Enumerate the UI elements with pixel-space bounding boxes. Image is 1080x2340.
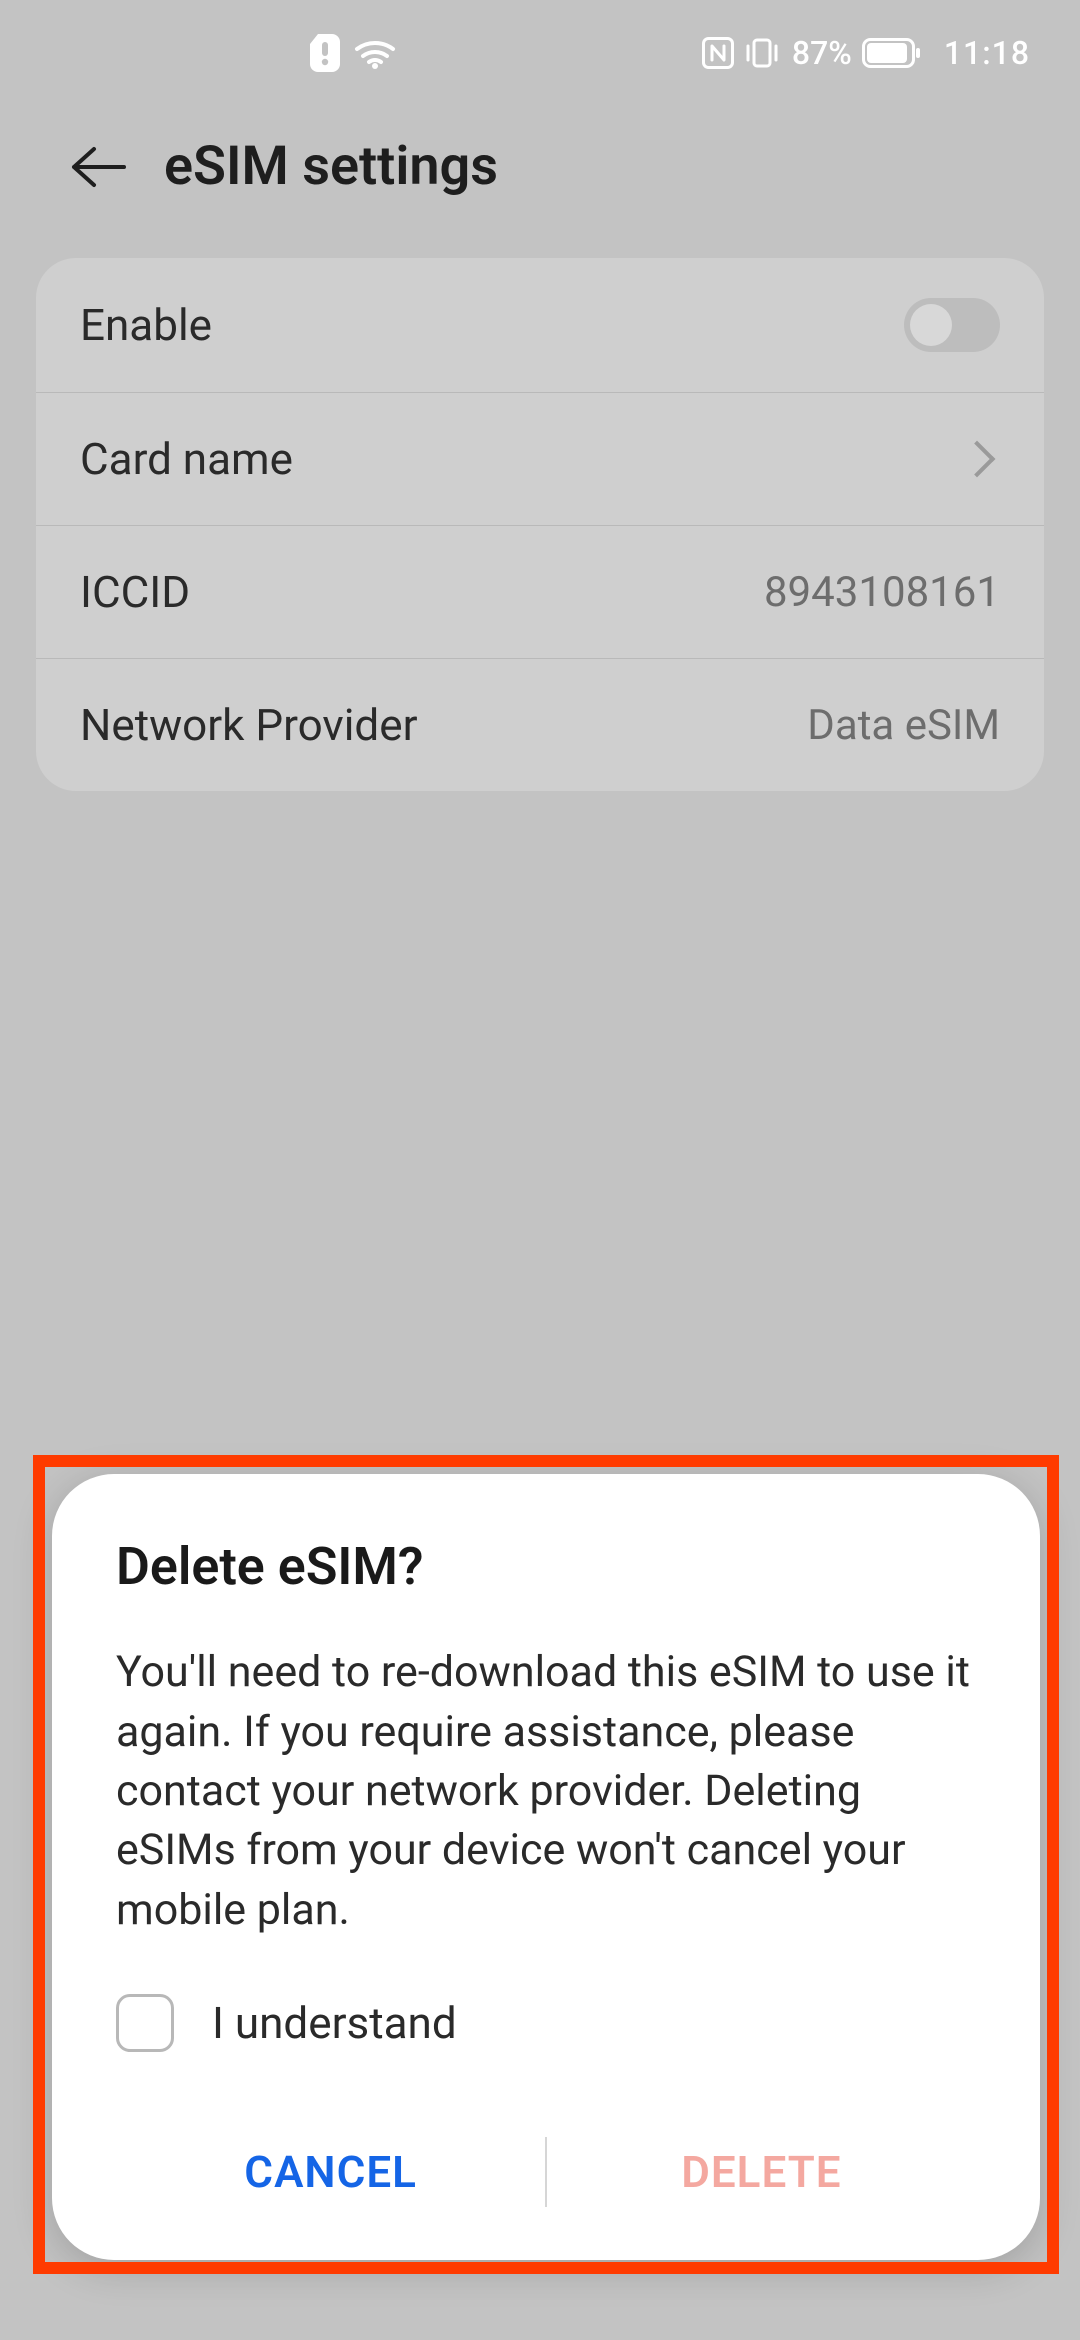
- delete-button[interactable]: DELETE: [547, 2126, 976, 2218]
- card-name-label: Card name: [80, 433, 293, 485]
- nfc-icon: [702, 37, 734, 69]
- wifi-icon: [354, 37, 396, 69]
- cancel-button[interactable]: CANCEL: [116, 2126, 545, 2218]
- dialog-actions: CANCEL DELETE: [116, 2124, 976, 2220]
- row-iccid: ICCID 8943108161: [36, 526, 1044, 659]
- dialog-title: Delete eSIM?: [116, 1536, 976, 1597]
- clock-text: 11:18: [944, 34, 1030, 72]
- page-header: eSIM settings: [0, 105, 1080, 258]
- provider-value: Data eSIM: [807, 701, 1000, 750]
- toggle-knob: [910, 304, 952, 346]
- understand-label: I understand: [212, 1997, 457, 2049]
- dialog-body: You'll need to re-download this eSIM to …: [116, 1643, 976, 1940]
- enable-toggle[interactable]: [904, 298, 1000, 352]
- row-provider: Network Provider Data eSIM: [36, 659, 1044, 791]
- battery-icon: [862, 38, 920, 68]
- page-title: eSIM settings: [164, 135, 498, 198]
- vibrate-icon: [744, 37, 780, 69]
- provider-label: Network Provider: [80, 699, 417, 751]
- understand-checkbox-row[interactable]: I understand: [116, 1994, 976, 2052]
- iccid-label: ICCID: [80, 566, 190, 618]
- status-bar: 87% 11:18: [0, 0, 1080, 105]
- row-enable[interactable]: Enable: [36, 258, 1044, 393]
- iccid-value: 8943108161: [764, 568, 1000, 617]
- enable-label: Enable: [80, 299, 212, 351]
- understand-checkbox[interactable]: [116, 1994, 174, 2052]
- delete-esim-dialog: Delete eSIM? You'll need to re-download …: [52, 1474, 1040, 2260]
- chevron-right-icon: [959, 441, 996, 478]
- sim-alert-icon: [310, 34, 340, 72]
- settings-card: Enable Card name ICCID 8943108161 Networ…: [36, 258, 1044, 791]
- row-card-name[interactable]: Card name: [36, 393, 1044, 526]
- battery-percent: 87%: [792, 34, 852, 72]
- back-icon[interactable]: [70, 143, 128, 191]
